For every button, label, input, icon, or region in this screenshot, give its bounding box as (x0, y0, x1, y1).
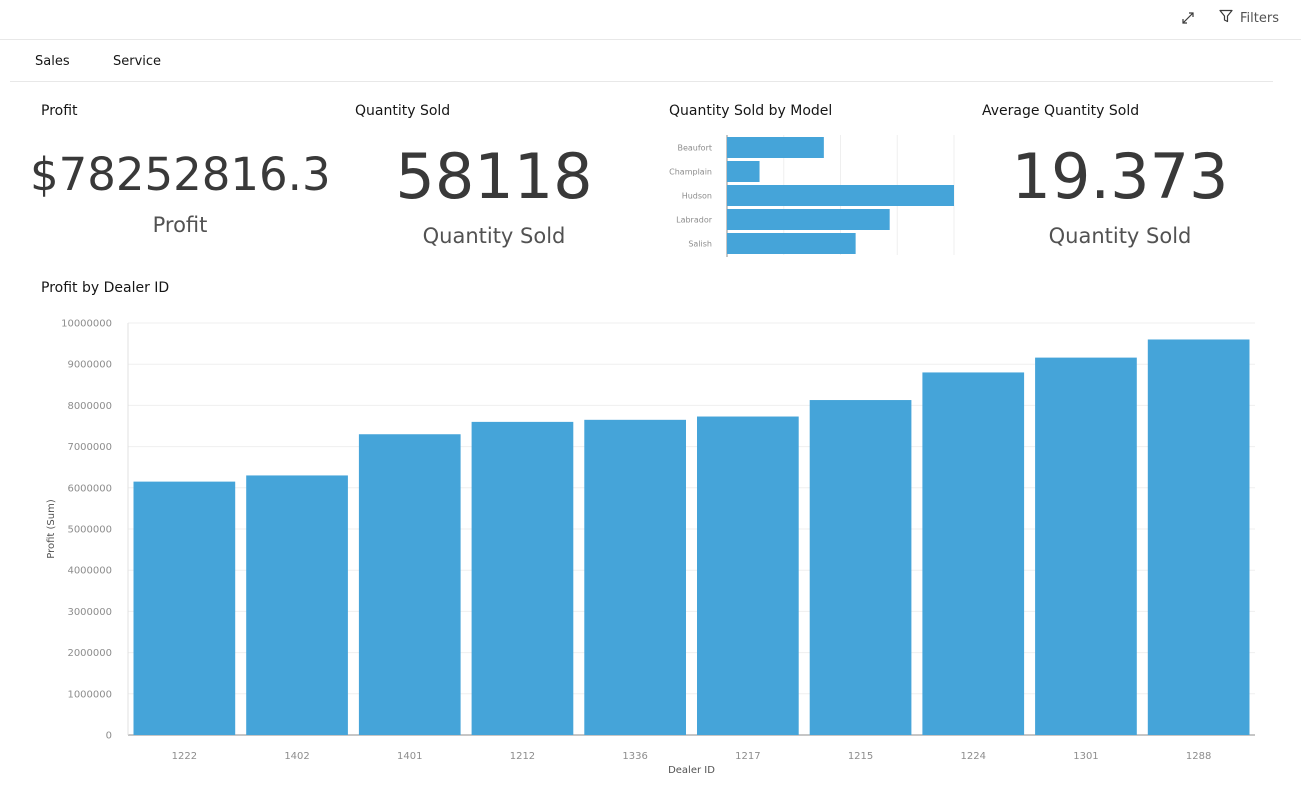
model-tick-label: Labrador (676, 216, 713, 225)
dealer-bar (922, 372, 1025, 735)
y-tick-label: 0 (106, 731, 112, 742)
y-tick-label: 3000000 (67, 607, 112, 618)
dealer-bar (133, 481, 236, 735)
funnel-icon (1218, 8, 1234, 28)
x-axis-title: Dealer ID (668, 765, 715, 776)
x-tick-label: 1401 (397, 751, 422, 762)
model-tick-label: Hudson (682, 192, 712, 201)
model-bar (727, 209, 890, 230)
model-tick-label: Champlain (669, 168, 712, 177)
y-tick-label: 1000000 (67, 689, 112, 700)
model-bar-chart: Beaufort Champlain Hudson Labrador Salish (669, 135, 955, 257)
dealer-chart-title: Profit by Dealer ID (41, 280, 170, 296)
model-tick-label: Salish (688, 240, 712, 249)
y-tick-label: 5000000 (67, 525, 112, 536)
quantity-value: 58118 (395, 140, 593, 213)
y-tick-label: 8000000 (67, 401, 112, 412)
model-bar (727, 185, 954, 206)
x-tick-label: 1301 (1073, 751, 1098, 762)
filters-button[interactable]: Filters (1218, 8, 1279, 28)
tab-sales[interactable]: Sales (35, 54, 70, 69)
profit-tile-title: Profit (41, 103, 78, 119)
model-bar (727, 161, 760, 182)
average-tile-title: Average Quantity Sold (982, 103, 1140, 119)
x-tick-label: 1222 (172, 751, 197, 762)
profit-value: $78252816.3 (30, 148, 331, 201)
x-tick-label: 1217 (735, 751, 760, 762)
y-tick-label: 10000000 (61, 319, 112, 330)
dealer-bar (1035, 357, 1137, 735)
dealer-bar (358, 434, 461, 735)
dealer-bar-chart: 0 1000000 2000000 3000000 4000000 5000000 6000… (46, 319, 1255, 776)
average-value: 19.373 (1011, 140, 1229, 213)
y-axis-title: Profit (Sum) (46, 499, 57, 559)
y-tick-label: 7000000 (67, 442, 112, 453)
quantity-tile-title: Quantity Sold (355, 103, 451, 119)
average-label: Quantity Sold (1048, 224, 1192, 248)
quantity-label: Quantity Sold (422, 224, 566, 248)
dealer-bar (246, 475, 348, 735)
x-tick-label: 1336 (622, 751, 647, 762)
x-tick-label: 1402 (284, 751, 309, 762)
y-tick-label: 2000000 (67, 648, 112, 659)
model-bar (727, 233, 856, 254)
top-toolbar: Filters (0, 0, 1301, 40)
dealer-bar (1147, 339, 1250, 735)
filters-label: Filters (1240, 10, 1279, 26)
model-chart-title: Quantity Sold by Model (669, 103, 833, 119)
tab-bar: Sales Service (10, 41, 1273, 82)
y-tick-label: 6000000 (67, 483, 112, 494)
tab-service[interactable]: Service (113, 54, 161, 69)
dealer-bar (471, 421, 574, 735)
model-bar (727, 137, 824, 158)
profit-label: Profit (152, 213, 208, 237)
x-tick-label: 1212 (510, 751, 535, 762)
y-tick-label: 9000000 (67, 360, 112, 371)
model-tick-label: Beaufort (677, 144, 712, 153)
x-tick-label: 1215 (848, 751, 873, 762)
dealer-bar (584, 419, 686, 735)
x-tick-label: 1224 (961, 751, 986, 762)
y-tick-label: 4000000 (67, 566, 112, 577)
dealer-bar (809, 400, 912, 735)
expand-arrows-icon[interactable] (1178, 8, 1198, 28)
dealer-bar (697, 416, 799, 735)
x-tick-label: 1288 (1186, 751, 1211, 762)
